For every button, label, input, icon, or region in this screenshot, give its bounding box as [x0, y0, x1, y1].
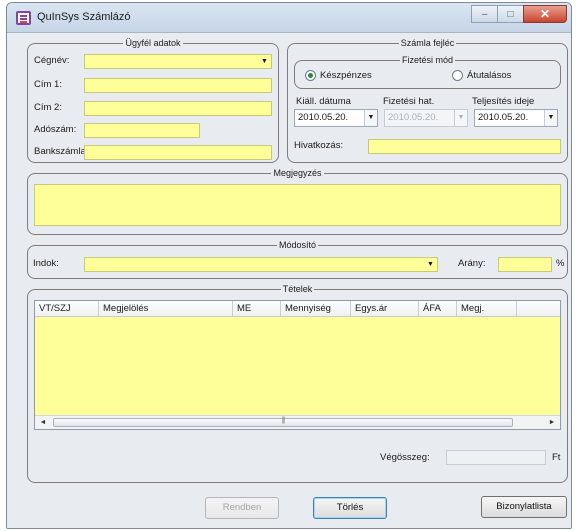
date-dropdown-icon[interactable]: ▼ [544, 110, 557, 126]
due-date-picker: 2010.05.20. ▼ [384, 109, 468, 127]
items-group: Tételek VT/SZJ Megjelölés ME Mennyiség E… [27, 284, 568, 483]
modifier-group: Módosító Indok: ▼ Arány: % [27, 240, 568, 279]
notes-title: Megjegyzés [271, 168, 324, 178]
column-unit[interactable]: ME [233, 301, 281, 317]
tax-number-label: Adószám: [34, 124, 77, 135]
reference-label: Hivatkozás: [294, 140, 344, 151]
customer-group-title: Ügyfél adatok [123, 38, 183, 48]
payment-method-group: Fizetési mód Készpénzes Átutalásos [294, 55, 561, 89]
title-bar[interactable]: QuInSys Számlázó ‒ □ ✕ [7, 3, 571, 33]
percent-sign: % [556, 258, 565, 269]
address1-label: Cím 1: [34, 79, 62, 90]
total-field [446, 450, 546, 465]
app-window: QuInSys Számlázó ‒ □ ✕ Ügyfél adatok Cég… [6, 2, 572, 529]
payment-method-title: Fizetési mód [399, 55, 456, 65]
delivery-date-picker[interactable]: 2010.05.20. ▼ [474, 109, 558, 127]
column-quantity[interactable]: Mennyiség [281, 301, 351, 317]
window-title: QuInSys Számlázó [37, 11, 131, 23]
transfer-radio[interactable] [452, 70, 463, 81]
close-button[interactable]: ✕ [523, 5, 567, 23]
address2-label: Cím 2: [34, 102, 62, 113]
bank-account-label: Bankszámla: [34, 146, 89, 157]
client-area: Ügyfél adatok Cégnév: ▼ Cím 1: Cím 2: Ad… [7, 33, 571, 528]
receipt-list-button[interactable]: Bizonylatlista [481, 496, 567, 518]
cash-radio[interactable] [305, 70, 316, 81]
transfer-label[interactable]: Átutalásos [467, 70, 511, 82]
save-button[interactable]: Rendben [205, 497, 279, 519]
company-name-label: Cégnév: [34, 55, 70, 66]
address1-field[interactable] [84, 78, 272, 93]
maximize-button[interactable]: □ [497, 5, 524, 23]
issue-date-value: 2010.05.20. [298, 112, 349, 123]
delivery-date-label: Teljesítés ideje [472, 96, 535, 107]
items-header: VT/SZJ Megjelölés ME Mennyiség Egys.ár Á… [35, 301, 560, 317]
issue-date-label: Kiáll. dátuma [296, 96, 351, 107]
reference-field[interactable] [368, 139, 561, 154]
invoice-app-icon [16, 11, 31, 25]
column-unit-price[interactable]: Egys.ár [351, 301, 419, 317]
invoice-header-group: Számla fejléc Fizetési mód Készpénzes Át… [287, 38, 568, 163]
reason-combobox[interactable]: ▼ [84, 257, 438, 272]
invoice-header-title: Számla fejléc [398, 38, 457, 48]
horizontal-scrollbar[interactable]: ◄ ► [35, 415, 560, 429]
column-description[interactable]: Megjelölés [99, 301, 233, 317]
tax-number-field[interactable] [84, 123, 200, 138]
scrollbar-thumb[interactable] [53, 418, 513, 427]
notes-field[interactable] [34, 184, 561, 226]
scroll-left-icon[interactable]: ◄ [36, 416, 50, 429]
cash-label[interactable]: Készpénzes [320, 70, 372, 82]
customer-group: Ügyfél adatok Cégnév: ▼ Cím 1: Cím 2: Ad… [27, 38, 279, 163]
currency-label: Ft [552, 452, 561, 463]
notes-group: Megjegyzés [27, 168, 568, 235]
company-name-combobox[interactable]: ▼ [84, 54, 272, 69]
ratio-field[interactable] [498, 257, 552, 272]
column-vtszj[interactable]: VT/SZJ [35, 301, 99, 317]
clear-button[interactable]: Törlés [313, 497, 387, 519]
issue-date-picker[interactable]: 2010.05.20. ▼ [294, 109, 378, 127]
modifier-title: Módosító [276, 240, 319, 250]
chevron-down-icon[interactable]: ▼ [259, 56, 270, 67]
total-label: Végösszeg: [380, 452, 430, 463]
bank-account-field[interactable] [84, 145, 272, 160]
chevron-down-icon[interactable]: ▼ [425, 259, 436, 270]
address2-field[interactable] [84, 101, 272, 116]
due-date-label: Fizetési hat. [383, 96, 435, 107]
due-date-value: 2010.05.20. [388, 112, 439, 123]
scroll-right-icon[interactable]: ► [545, 416, 559, 429]
window-controls: ‒ □ ✕ [471, 5, 567, 23]
date-dropdown-icon[interactable]: ▼ [364, 110, 377, 126]
items-title: Tételek [280, 284, 315, 294]
reason-label: Indok: [33, 258, 59, 269]
ratio-label: Arány: [458, 258, 486, 269]
date-dropdown-icon: ▼ [454, 110, 467, 126]
delivery-date-value: 2010.05.20. [478, 112, 529, 123]
minimize-button[interactable]: ‒ [471, 5, 498, 23]
items-listview[interactable]: VT/SZJ Megjelölés ME Mennyiség Egys.ár Á… [34, 300, 561, 430]
column-note[interactable]: Megj. [457, 301, 517, 317]
column-vat[interactable]: ÁFA [419, 301, 457, 317]
